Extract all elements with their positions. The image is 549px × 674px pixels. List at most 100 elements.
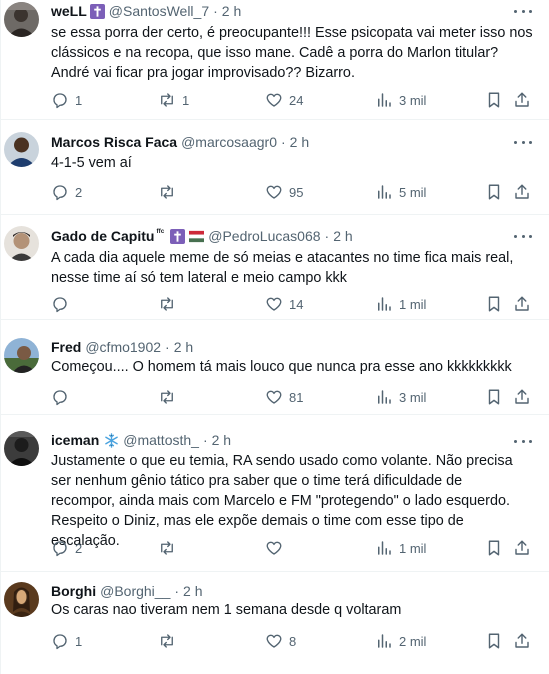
reply-button[interactable] [51,294,75,314]
separator-dot: · [324,228,330,244]
tweet-text-line: recompor, ainda mais com Marcelo e FM "p… [51,493,510,509]
share-icon [515,184,529,199]
share-button[interactable] [513,90,531,110]
tweet[interactable]: Gado de Capitu ᶠᶠᶜ @PedroLucas068 · 2 h … [1,215,549,320]
views-count: 1 mil [399,540,427,556]
display-name[interactable]: iceman [51,431,99,449]
avatar[interactable] [4,431,39,466]
share-button[interactable] [513,631,531,651]
bookmark-button[interactable] [485,182,503,202]
more-options-icon[interactable] [514,7,532,15]
display-name[interactable]: Marcos Risca Faca [51,133,177,151]
bookmark-button[interactable] [485,538,503,558]
reply-button[interactable]: 1 [51,90,82,110]
views-button[interactable]: 2 mil [375,631,426,651]
timestamp[interactable]: 2 h [333,227,352,245]
tweet-text: se essa porra der certo, é preocupante!!… [51,23,536,83]
avatar[interactable] [4,132,39,167]
reply-button[interactable]: 1 [51,631,82,651]
tweet[interactable]: weLL @SantosWell_7 · 2 h se essa porra d… [1,0,549,120]
tweet-header: weLL @SantosWell_7 · 2 h [51,2,510,20]
like-button[interactable]: 95 [265,182,303,202]
share-icon [515,92,529,107]
user-handle[interactable]: @Borghi__ [100,582,170,600]
like-button[interactable]: 24 [265,90,303,110]
separator-dot: · [202,432,208,448]
avatar[interactable] [4,582,39,617]
share-button[interactable] [513,294,531,314]
like-button[interactable]: 8 [265,631,296,651]
user-handle[interactable]: @SantosWell_7 [109,2,209,20]
views-button[interactable]: 5 mil [375,182,426,202]
like-button[interactable]: 81 [265,387,303,407]
views-button[interactable]: 1 mil [375,538,426,558]
timestamp[interactable]: 2 h [222,2,241,20]
retweet-button[interactable] [158,631,182,651]
reply-icon [53,185,67,201]
views-chart-icon [378,390,391,404]
bookmark-icon [488,92,500,108]
reply-button[interactable] [51,387,75,407]
avatar[interactable] [4,338,39,373]
like-button[interactable]: 14 [265,294,303,314]
like-count: 95 [289,184,304,200]
user-handle[interactable]: @marcosaagr0 [181,133,277,151]
timestamp[interactable]: 2 h [290,133,309,151]
tweet-header: Marcos Risca Faca @marcosaagr0 · 2 h [51,133,510,151]
share-icon [515,633,529,648]
views-count: 5 mil [399,184,427,200]
retweet-button[interactable]: 1 [158,90,189,110]
like-button[interactable] [265,538,289,558]
user-handle[interactable]: @mattosth_ [123,431,199,449]
timestamp[interactable]: 2 h [174,338,193,356]
share-button[interactable] [513,387,531,407]
retweet-icon [161,297,173,311]
retweet-button[interactable] [158,538,182,558]
reply-icon [53,297,67,313]
views-button[interactable]: 3 mil [375,387,426,407]
share-button[interactable] [513,182,531,202]
like-count: 81 [289,389,304,405]
timestamp[interactable]: 2 h [183,582,202,600]
share-button[interactable] [513,538,531,558]
tweet-header: iceman @mattosth_ · 2 h [51,431,510,449]
tweet[interactable]: iceman @mattosth_ · 2 h Justamente o que… [1,415,549,572]
tweet[interactable]: Borghi @Borghi__ · 2 h Os caras nao tive… [1,572,549,674]
more-options-icon[interactable] [514,437,532,445]
retweet-button[interactable] [158,182,182,202]
views-button[interactable]: 3 mil [375,90,426,110]
retweet-button[interactable] [158,294,182,314]
tweet-text: A cada dia aquele meme de só meias e ata… [51,248,536,288]
views-button[interactable]: 1 mil [375,294,426,314]
retweet-button[interactable] [158,387,182,407]
user-handle[interactable]: @cfmo1902 [85,338,161,356]
display-name[interactable]: weLL [51,2,87,20]
bookmark-button[interactable] [485,631,503,651]
display-name[interactable]: Fred [51,338,81,356]
avatar[interactable] [4,2,39,37]
tweet[interactable]: Fred @cfmo1902 · 2 h Começou.... O homem… [1,320,549,415]
bookmark-button[interactable] [485,387,503,407]
heart-icon [266,93,282,107]
tweet-actions: 1 8 2 mil [51,631,531,651]
avatar[interactable] [4,226,39,261]
display-name[interactable]: Borghi [51,582,96,600]
reply-icon [53,93,67,109]
user-handle[interactable]: @PedroLucas068 [208,227,320,245]
separator-dot: · [213,3,218,19]
tweet[interactable]: Marcos Risca Faca @marcosaagr0 · 2 h 4-1… [1,120,549,215]
more-options-icon[interactable] [514,232,532,240]
timestamp[interactable]: 2 h [212,431,231,449]
bookmark-button[interactable] [485,90,503,110]
bookmark-button[interactable] [485,294,503,314]
views-count: 2 mil [399,633,427,649]
tweet-text-line: se essa porra der certo, é preocupante!!… [51,25,533,41]
tweet-text: Justamente o que eu temia, RA sendo usad… [51,451,536,551]
retweet-icon [161,634,173,648]
reply-button[interactable]: 2 [51,538,82,558]
tweet-header: Fred @cfmo1902 · 2 h [51,338,510,356]
more-options-icon[interactable] [514,138,532,146]
reply-button[interactable]: 2 [51,182,82,202]
display-name[interactable]: Gado de Capitu [51,227,154,245]
separator-dot: · [165,339,170,355]
